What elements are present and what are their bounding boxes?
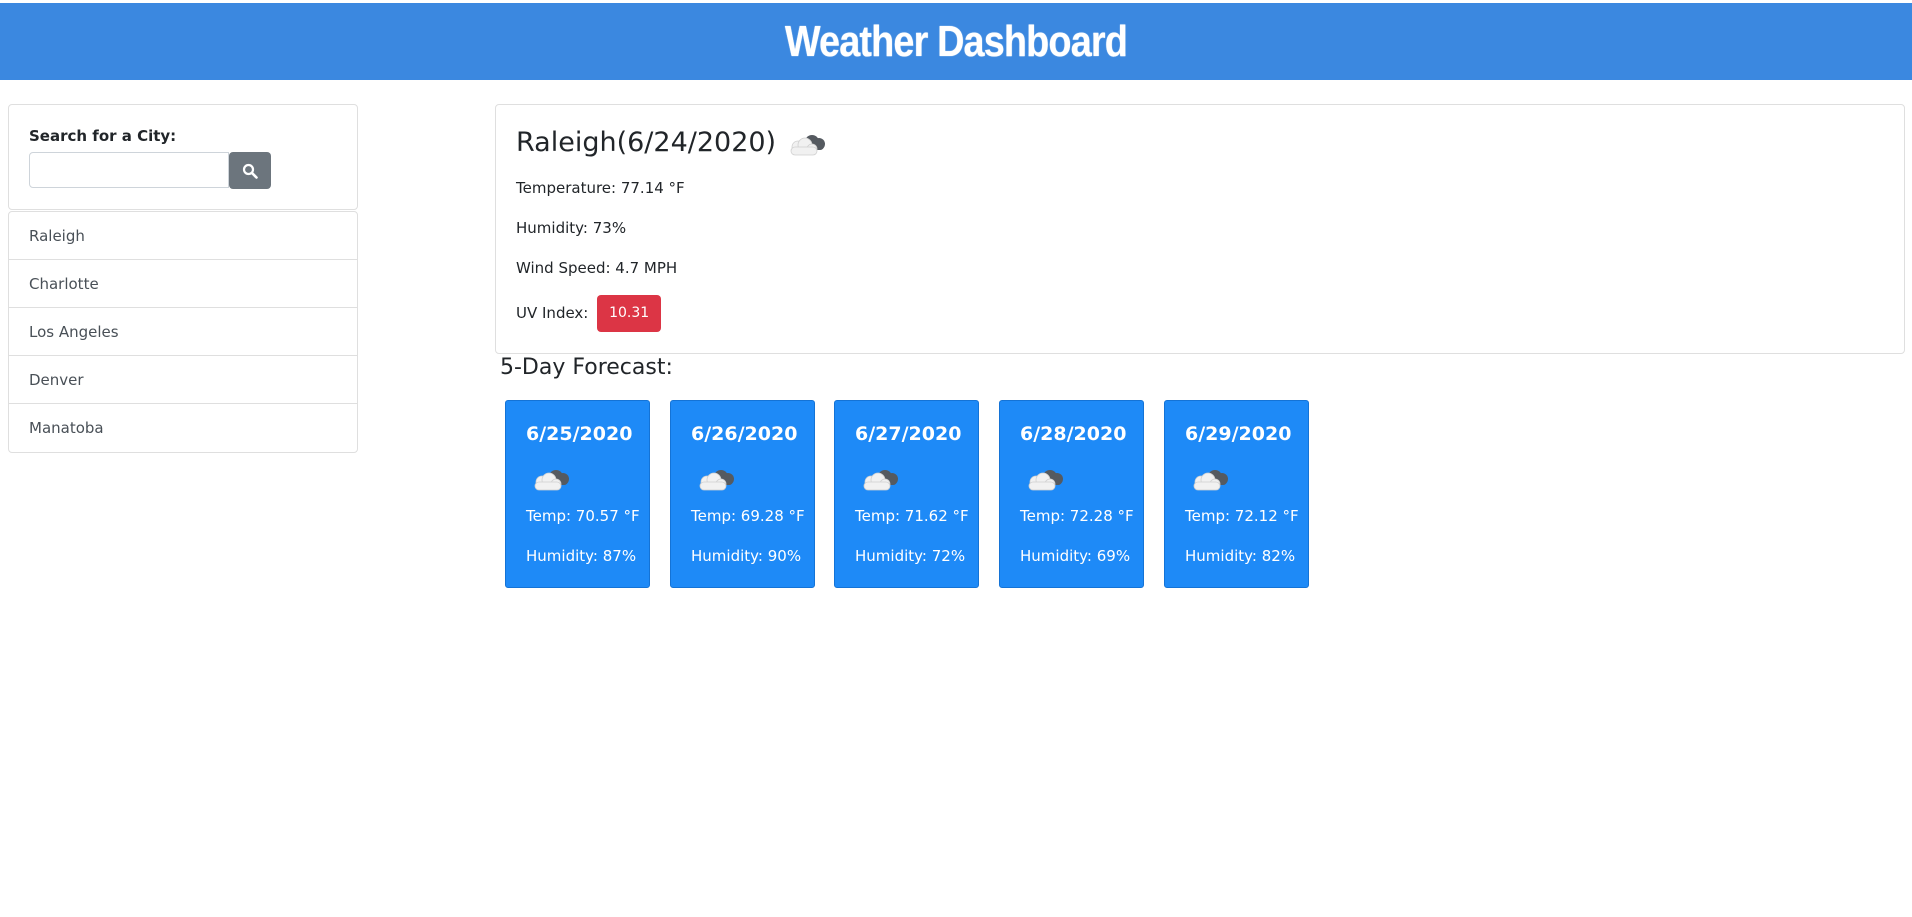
- cloud-icon: [1193, 470, 1228, 491]
- forecast-temp: Temp: 72.28 °F: [1020, 507, 1134, 525]
- forecast-date: 6/29/2020: [1185, 423, 1292, 445]
- forecast-humidity: Humidity: 82%: [1185, 547, 1296, 565]
- forecast-card: 6/25/2020 Temp: 70.57 °F Humidity: 87%: [505, 400, 650, 588]
- city-item-charlotte[interactable]: Charlotte: [9, 260, 357, 308]
- forecast-humidity: Humidity: 90%: [691, 547, 802, 565]
- forecast-humidity: Humidity: 69%: [1020, 547, 1131, 565]
- uv-label: UV Index:: [516, 304, 589, 322]
- forecast-date: 6/26/2020: [691, 423, 798, 445]
- city-history-list: Raleigh Charlotte Los Angeles Denver Man…: [8, 211, 358, 453]
- forecast-card: 6/26/2020 Temp: 69.28 °F Humidity: 90%: [670, 400, 815, 588]
- forecast-date: 6/27/2020: [855, 423, 962, 445]
- forecast-humidity: Humidity: 87%: [526, 547, 637, 565]
- forecast-card: 6/29/2020 Temp: 72.12 °F Humidity: 82%: [1164, 400, 1309, 588]
- city-item-raleigh[interactable]: Raleigh: [9, 212, 357, 260]
- forecast-temp: Temp: 71.62 °F: [855, 507, 969, 525]
- current-uv-row: UV Index: 10.31: [516, 295, 662, 332]
- search-button[interactable]: [229, 152, 271, 189]
- forecast-date: 6/25/2020: [526, 423, 633, 445]
- search-icon: [242, 163, 258, 179]
- cloud-icon: [790, 134, 826, 155]
- forecast-temp: Temp: 70.57 °F: [526, 507, 640, 525]
- current-humidity: Humidity: 73%: [516, 219, 627, 237]
- cloud-icon: [699, 470, 734, 491]
- forecast-temp: Temp: 72.12 °F: [1185, 507, 1299, 525]
- uv-index-badge: 10.31: [597, 295, 662, 332]
- current-city-date: Raleigh(6/24/2020): [516, 127, 777, 158]
- forecast-date: 6/28/2020: [1020, 423, 1127, 445]
- current-wind-speed: Wind Speed: 4.7 MPH: [516, 259, 678, 277]
- cloud-icon: [863, 470, 898, 491]
- forecast-temp: Temp: 69.28 °F: [691, 507, 805, 525]
- forecast-heading: 5-Day Forecast:: [500, 355, 673, 380]
- city-item-manatoba[interactable]: Manatoba: [9, 404, 357, 452]
- city-item-los-angeles[interactable]: Los Angeles: [9, 308, 357, 356]
- current-weather-title: Raleigh(6/24/2020): [516, 127, 828, 158]
- city-item-denver[interactable]: Denver: [9, 356, 357, 404]
- search-label: Search for a City:: [29, 127, 177, 145]
- current-weather-card: Raleigh(6/24/2020) Temperature: 77.14 °F…: [495, 104, 1905, 354]
- app-header: Weather Dashboard: [0, 3, 1912, 80]
- forecast-card: 6/28/2020 Temp: 72.28 °F Humidity: 69%: [999, 400, 1144, 588]
- cloud-icon: [1028, 470, 1063, 491]
- forecast-humidity: Humidity: 72%: [855, 547, 966, 565]
- forecast-card: 6/27/2020 Temp: 71.62 °F Humidity: 72%: [834, 400, 979, 588]
- page-title: Weather Dashboard: [784, 16, 1128, 66]
- cloud-icon: [534, 470, 569, 491]
- city-search-input[interactable]: [29, 152, 229, 188]
- current-temperature: Temperature: 77.14 °F: [516, 179, 685, 197]
- search-card: Search for a City:: [8, 104, 358, 210]
